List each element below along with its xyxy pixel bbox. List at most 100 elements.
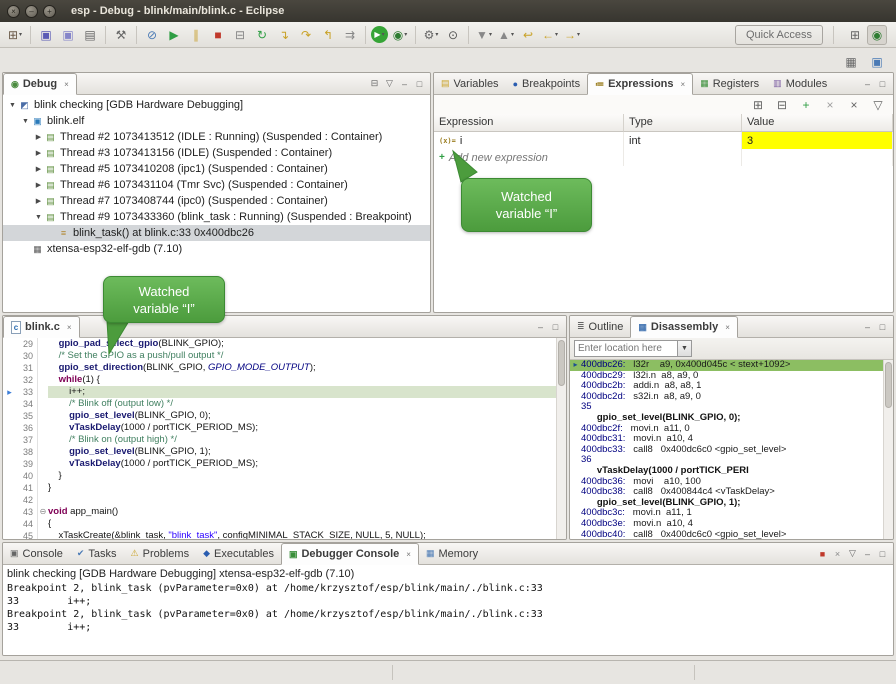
minimize-view-icon[interactable]: – (397, 76, 412, 91)
print-icon[interactable]: ▤ (80, 25, 100, 45)
disasm-scrollbar[interactable] (883, 360, 893, 539)
code-line[interactable]: 38 gpio_set_level(BLINK_GPIO, 1); (3, 446, 556, 458)
code-line[interactable]: 43⊖void app_main() (3, 506, 556, 518)
debug-tree-item[interactable]: ▶▤Thread #7 1073408744 (ipc0) (Suspended… (3, 193, 430, 209)
expand-icon[interactable]: ▶ (33, 133, 44, 141)
disassembly-line[interactable]: 400dbc33: call8 0x400dc6c0 <gpio_set_lev… (570, 445, 883, 456)
code-line[interactable]: 36 vTaskDelay(1000 / portTICK_PERIOD_MS)… (3, 422, 556, 434)
code-line[interactable]: 42 (3, 494, 556, 506)
skip-breakpoints-icon[interactable]: ⊘ (142, 25, 162, 45)
disassembly-line[interactable]: 400dbc40: call8 0x400dc6c0 <gpio_set_lev… (570, 530, 883, 540)
step-into-icon[interactable]: ↴ (274, 25, 294, 45)
console-tab-problems[interactable]: ⚠Problems (124, 543, 197, 564)
debug-tree-item[interactable]: ≡blink_task() at blink.c:33 0x400dbc26 (3, 225, 430, 241)
minimize-view-icon[interactable]: – (860, 76, 875, 91)
expressions-tab-variables[interactable]: ▤Variables (434, 73, 506, 94)
debug-tab-debug[interactable]: ◉Debug× (3, 73, 77, 95)
expand-icon[interactable]: ▶ (33, 165, 44, 173)
step-return-icon[interactable]: ↰ (318, 25, 338, 45)
tab-close-icon[interactable]: × (406, 550, 411, 559)
expand-icon[interactable]: ▶ (33, 181, 44, 189)
maximize-view-icon[interactable]: □ (548, 319, 563, 334)
disassembly-line[interactable]: ▸400dbc26: l32r a9, 0x400d045c < stext+1… (570, 360, 883, 371)
debug-perspective-button[interactable]: ◉ (867, 25, 887, 45)
expressions-tab-breakpoints[interactable]: ●Breakpoints (506, 73, 588, 94)
collapse-icon[interactable]: ▼ (33, 214, 44, 221)
disassembly-line[interactable]: vTaskDelay(1000 / portTICK_PERI (570, 466, 883, 477)
resume-icon[interactable]: ▶ (164, 25, 184, 45)
code-line[interactable]: 41} (3, 482, 556, 494)
console-tab-console[interactable]: ▣Console (3, 543, 70, 564)
minimize-view-icon[interactable]: – (533, 319, 548, 334)
tab-close-icon[interactable]: × (681, 80, 686, 89)
code-line[interactable]: 39 vTaskDelay(1000 / portTICK_PERIOD_MS)… (3, 458, 556, 470)
titlebar[interactable]: × – + esp - Debug - blink/main/blink.c -… (0, 0, 896, 22)
tab-close-icon[interactable]: × (725, 323, 730, 332)
next-annotation-icon[interactable]: ▼▾ (474, 25, 494, 45)
last-edit-location-icon[interactable]: ↩ (518, 25, 538, 45)
console-content[interactable]: blink checking [GDB Hardware Debugging] … (3, 565, 893, 655)
terminate-icon[interactable]: ■ (208, 25, 228, 45)
debug-tree-item[interactable]: ▶▤Thread #6 1073431104 (Tmr Svc) (Suspen… (3, 177, 430, 193)
forward-icon[interactable]: →▾ (562, 25, 582, 45)
show-types-icon[interactable]: ⊞ (748, 95, 768, 115)
editor-scrollbar-thumb[interactable] (558, 340, 565, 386)
expressions-tab-expressions[interactable]: ≔Expressions× (587, 73, 693, 95)
expand-icon[interactable]: ▶ (33, 149, 44, 157)
expressions-view-menu-icon[interactable]: ▽ (868, 95, 888, 115)
build-icon[interactable]: ⚒ (111, 25, 131, 45)
maximize-view-icon[interactable]: □ (875, 546, 890, 561)
code-line[interactable]: 37 /* Blink on (output high) */ (3, 434, 556, 446)
code-line[interactable]: 30 /* Set the GPIO as a push/pull output… (3, 350, 556, 362)
collapse-icon[interactable]: ▼ (20, 118, 31, 125)
console-tab-executables[interactable]: ◆Executables (196, 543, 281, 564)
search-icon[interactable]: ⊙ (443, 25, 463, 45)
save-all-icon[interactable]: ▣ (58, 25, 78, 45)
debug-tree-item[interactable]: ▼▣blink.elf (3, 113, 430, 129)
debug-view-menu-icon[interactable]: ▽ (382, 76, 397, 91)
expressions-tab-registers[interactable]: ▦Registers (693, 73, 766, 94)
code-line[interactable]: 45 xTaskCreate(&blink_task, "blink_task"… (3, 530, 556, 539)
disasm-scrollbar-thumb[interactable] (885, 362, 892, 408)
column-header-value[interactable]: Value (742, 114, 893, 132)
remove-launch-icon[interactable]: × (830, 546, 845, 561)
terminate-console-icon[interactable]: ■ (815, 546, 830, 561)
console-tab-memory[interactable]: ▦Memory (419, 543, 485, 564)
perspective-button-1[interactable]: ▦ (841, 52, 861, 72)
disassembly-tab-outline[interactable]: ≣Outline (570, 316, 630, 337)
window-minimize-button[interactable]: – (25, 5, 38, 18)
debug-tree-item[interactable]: ▶▤Thread #5 1073410208 (ipc1) (Suspended… (3, 161, 430, 177)
disassembly-line[interactable]: gpio_set_level(BLINK_GPIO, 0); (570, 413, 883, 424)
maximize-view-icon[interactable]: □ (875, 319, 890, 334)
save-icon[interactable]: ▣ (36, 25, 56, 45)
debug-tree-item[interactable]: ▦xtensa-esp32-elf-gdb (7.10) (3, 241, 430, 257)
debug-icon[interactable]: ◉▾ (390, 25, 410, 45)
code-line[interactable]: 40 } (3, 470, 556, 482)
collapse-all-icon[interactable]: ⊟ (367, 76, 382, 91)
fold-collapse-icon[interactable]: ⊖ (37, 506, 48, 518)
tab-close-icon[interactable]: × (67, 323, 72, 332)
console-tab-debugger-console[interactable]: ▣Debugger Console× (281, 543, 419, 565)
external-tools-icon[interactable]: ⚙▾ (421, 25, 441, 45)
remove-all-expressions-icon[interactable]: × (844, 95, 864, 115)
console-tab-tasks[interactable]: ✔Tasks (70, 543, 124, 564)
step-over-icon[interactable]: ↷ (296, 25, 316, 45)
collapse-all-icon[interactable]: ⊟ (772, 95, 792, 115)
expand-icon[interactable]: ▶ (33, 197, 44, 205)
run-icon[interactable]: ▶▾ (371, 26, 388, 43)
expressions-tab-modules[interactable]: ▥Modules (766, 73, 834, 94)
location-dropdown-icon[interactable]: ▼ (678, 340, 692, 357)
console-view-menu-icon[interactable]: ▽ (845, 546, 860, 561)
disassembly-line[interactable]: 400dbc3e: movi.n a10, 4 (570, 519, 883, 530)
tab-close-icon[interactable]: × (64, 80, 69, 89)
restart-icon[interactable]: ↻ (252, 25, 272, 45)
perspective-button-2[interactable]: ▣ (867, 52, 887, 72)
maximize-view-icon[interactable]: □ (412, 76, 427, 91)
instruction-stepping-icon[interactable]: ⇉ (340, 25, 360, 45)
previous-annotation-icon[interactable]: ▲▾ (496, 25, 516, 45)
collapse-icon[interactable]: ▼ (7, 102, 18, 109)
disasm-content[interactable]: ▸400dbc26: l32r a9, 0x400d045c < stext+1… (570, 360, 883, 539)
minimize-view-icon[interactable]: – (860, 546, 875, 561)
editor-scrollbar[interactable] (556, 338, 566, 539)
location-input[interactable] (574, 340, 678, 357)
